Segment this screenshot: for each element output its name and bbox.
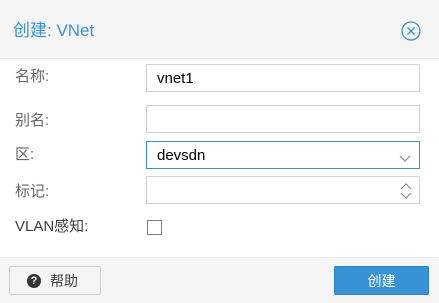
name-label: 名称: — [15, 68, 50, 85]
name-field[interactable] — [146, 64, 420, 92]
vlan-aware-label: VLAN感知: — [15, 218, 89, 235]
zone-select[interactable]: devsdn — [146, 141, 420, 169]
alias-input[interactable] — [147, 106, 419, 132]
name-input[interactable] — [147, 65, 419, 91]
alias-label: 别名: — [15, 112, 50, 129]
zone-select-value: devsdn — [157, 147, 206, 164]
tag-label: 标记: — [15, 183, 50, 200]
spinner-icon[interactable] — [400, 181, 412, 201]
vlan-aware-checkbox[interactable] — [147, 220, 162, 235]
dialog-title: 创建: VNet — [13, 21, 95, 40]
dialog-header: 创建: VNet — [0, 0, 439, 59]
close-icon[interactable] — [400, 20, 422, 42]
chevron-down-icon[interactable] — [399, 150, 411, 162]
alias-field[interactable] — [146, 105, 420, 133]
tag-input[interactable] — [147, 177, 419, 203]
dialog-footer: ? 帮助 创建 — [0, 257, 439, 303]
create-vnet-dialog: 创建: VNet 名称: 别名: 区: devsdn 标记: — [0, 0, 439, 303]
help-button-label: 帮助 — [50, 273, 78, 289]
help-button[interactable]: ? 帮助 — [9, 266, 101, 295]
tag-field[interactable] — [146, 176, 420, 204]
zone-label: 区: — [15, 146, 35, 163]
help-icon: ? — [27, 274, 41, 288]
create-button[interactable]: 创建 — [334, 266, 429, 295]
